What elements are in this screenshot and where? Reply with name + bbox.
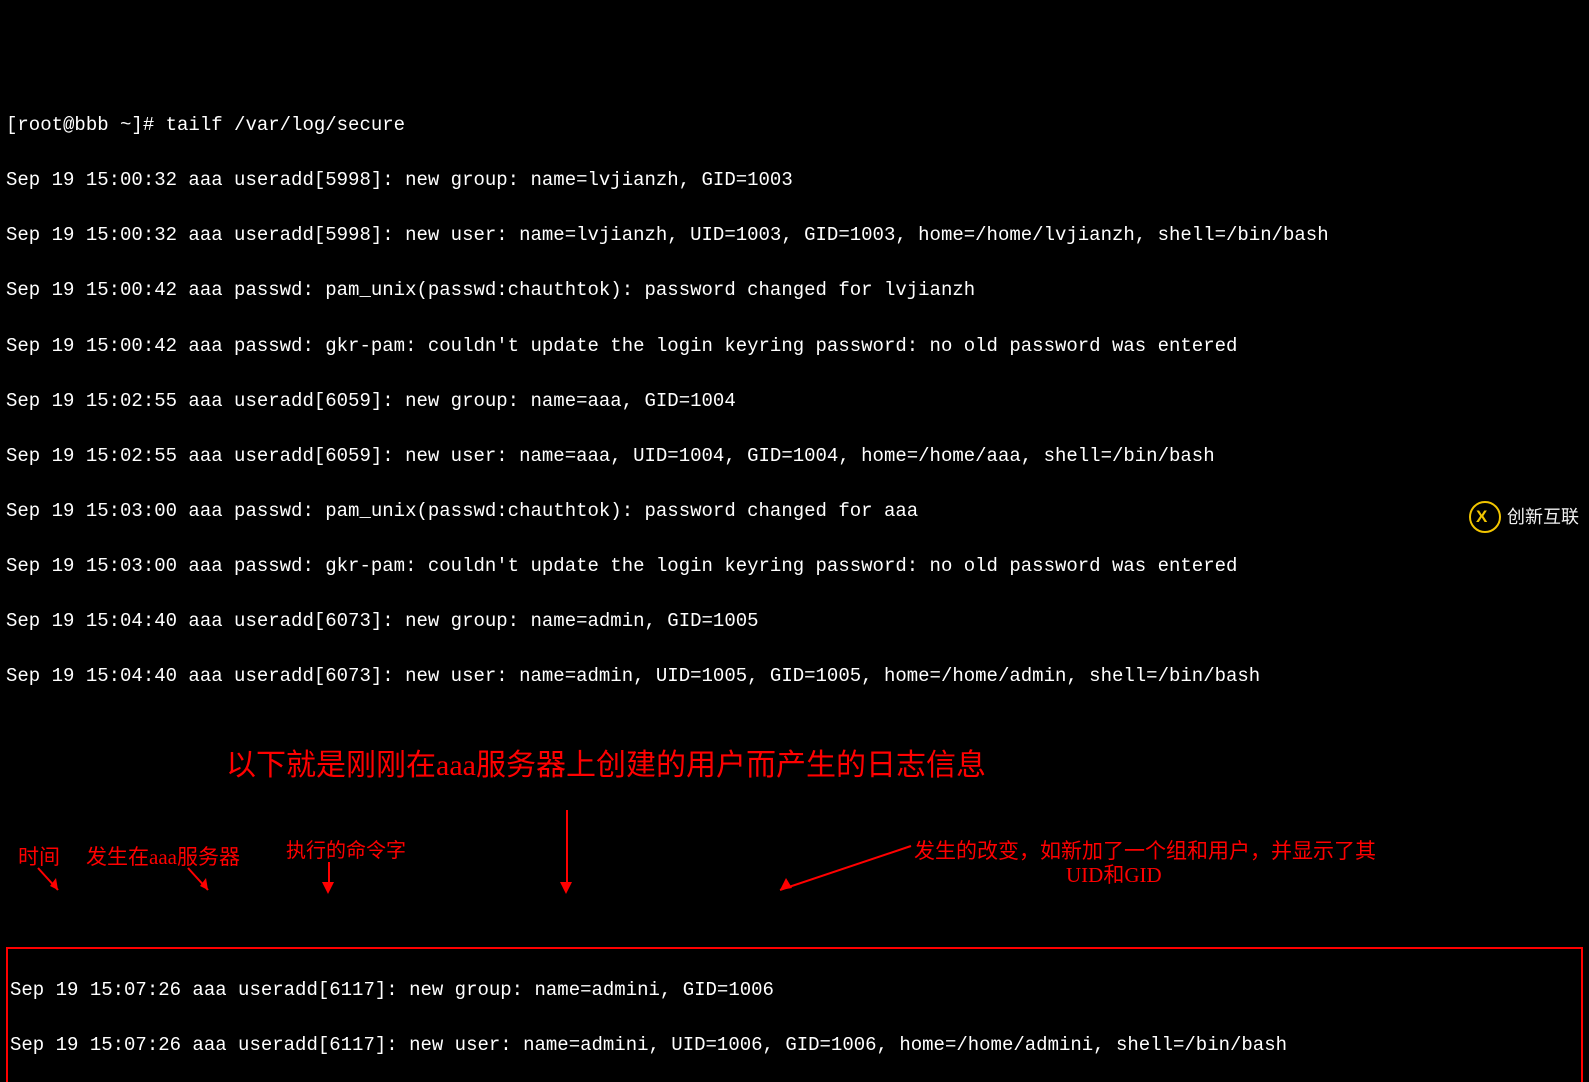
- log-line: Sep 19 15:03:00 aaa passwd: gkr-pam: cou…: [6, 553, 1583, 581]
- logo-text: 创新互联: [1507, 504, 1579, 530]
- annotation-change-line1: 发生的改变，如新加了一个组和用户，并显示了其: [914, 840, 1376, 863]
- prompt-text: [root@bbb ~]# tailf /var/log/secure: [6, 114, 405, 136]
- log-line: Sep 19 15:00:42 aaa passwd: gkr-pam: cou…: [6, 333, 1583, 361]
- log-line: Sep 19 15:00:42 aaa passwd: pam_unix(pas…: [6, 277, 1583, 305]
- logo-mark-icon: [1469, 501, 1501, 533]
- annotation-host-label: 发生在aaa服务器: [86, 846, 240, 869]
- log-line: Sep 19 15:02:55 aaa useradd[6059]: new g…: [6, 388, 1583, 416]
- log-line: Sep 19 15:00:32 aaa useradd[5998]: new u…: [6, 222, 1583, 250]
- highlighted-log-box: Sep 19 15:07:26 aaa useradd[6117]: new g…: [6, 947, 1583, 1082]
- log-line: Sep 19 15:02:55 aaa useradd[6059]: new u…: [6, 443, 1583, 471]
- annotation-heading: 以下就是刚刚在aaa服务器上创建的用户而产生的日志信息: [226, 746, 1583, 785]
- log-line: Sep 19 15:07:26 aaa useradd[6117]: new u…: [10, 1032, 1579, 1060]
- log-line: Sep 19 15:00:32 aaa useradd[5998]: new g…: [6, 167, 1583, 195]
- annotation-time-label: 时间: [18, 846, 60, 869]
- log-line: Sep 19 15:03:00 aaa passwd: pam_unix(pas…: [6, 498, 1583, 526]
- annotation-command-label: 执行的命令字: [286, 840, 406, 862]
- log-line: Sep 19 15:04:40 aaa useradd[6073]: new g…: [6, 608, 1583, 636]
- annotation-row: 时间 发生在aaa服务器 执行的命令字 发生的改变，如新加了一个组和用户，并显示…: [6, 840, 1583, 892]
- annotation-change-line2: UID和GID: [1066, 864, 1162, 887]
- watermark-logo: 创新互联: [1469, 501, 1579, 533]
- log-line: Sep 19 15:07:26 aaa useradd[6117]: new g…: [10, 977, 1579, 1005]
- log-line: Sep 19 15:04:40 aaa useradd[6073]: new u…: [6, 663, 1583, 691]
- terminal-prompt-line: [root@bbb ~]# tailf /var/log/secure: [6, 112, 1583, 140]
